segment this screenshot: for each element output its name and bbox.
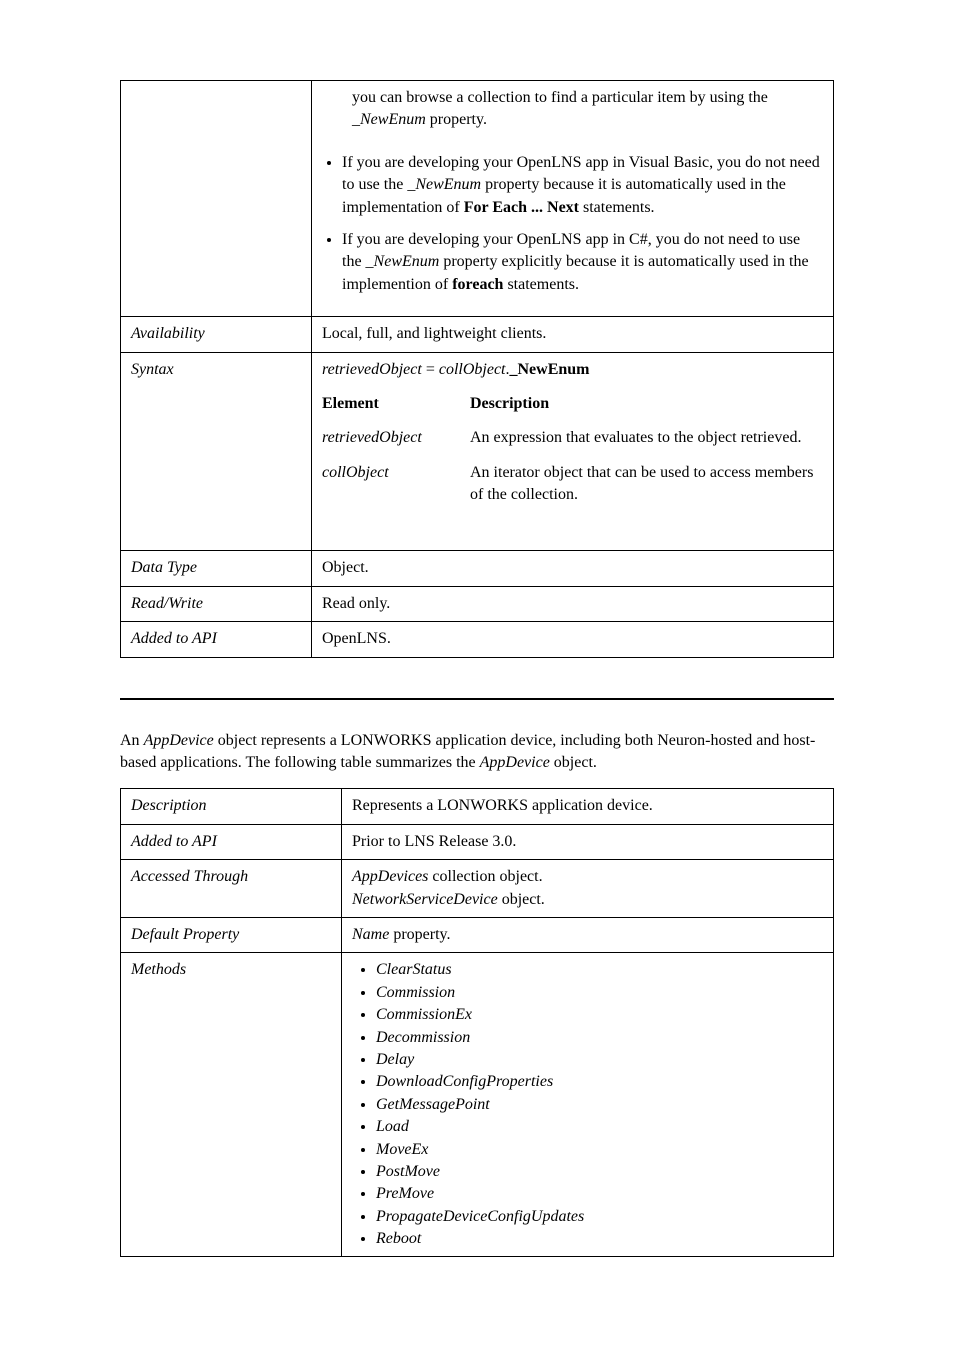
appdevice-table: Description Represents a LONWORKS applic…	[120, 788, 834, 1257]
method-item: GetMessagePoint	[376, 1094, 823, 1116]
b1-prop: _NewEnum	[407, 176, 481, 193]
method-item: CommissionEx	[376, 1004, 823, 1026]
b1-bold: For Each ... Next	[464, 199, 579, 216]
method-item: Decommission	[376, 1027, 823, 1049]
default-suffix: property.	[389, 926, 450, 943]
addedapi-label: Added to API	[121, 622, 312, 657]
accessed-content: AppDevices collection object. NetworkSer…	[342, 860, 834, 918]
accessed-net: NetworkServiceDevice	[352, 891, 498, 908]
method-item: Load	[376, 1116, 823, 1138]
method-item: MoveEx	[376, 1139, 823, 1161]
bullet-csharp: If you are developing your OpenLNS app i…	[342, 229, 823, 296]
method-item: Commission	[376, 982, 823, 1004]
p-text-2: object represents a LONWORKS application…	[120, 732, 815, 771]
method-item: PostMove	[376, 1161, 823, 1183]
desc-header: Description	[470, 395, 549, 412]
method-item: PropagateDeviceConfigUpdates	[376, 1206, 823, 1228]
p-app-1: AppDevice	[144, 732, 214, 749]
coll-desc: An iterator object that can be used to a…	[470, 464, 813, 503]
b2-prop: _NewEnum	[366, 253, 440, 270]
method-item: Delay	[376, 1049, 823, 1071]
default-content: Name property.	[342, 917, 834, 952]
availability-value: Local, full, and lightweight clients.	[312, 317, 834, 352]
intro-prop: _NewEnum	[352, 111, 426, 128]
method-item: ClearStatus	[376, 959, 823, 981]
coll-label: collObject	[322, 464, 389, 481]
datatype-value: Object.	[312, 551, 834, 586]
b2-bold: foreach	[452, 276, 503, 293]
methods-content: ClearStatus Commission CommissionEx Deco…	[342, 953, 834, 1257]
default-label: Default Property	[121, 917, 342, 952]
desc2-label: Description	[121, 789, 342, 824]
p-text-1: An	[120, 732, 144, 749]
bullet-vb: If you are developing your OpenLNS app i…	[342, 152, 823, 219]
syntax-eq: =	[422, 361, 439, 378]
retrieved-desc: An expression that evaluates to the obje…	[470, 429, 801, 446]
section-divider	[120, 698, 834, 700]
readwrite-value: Read only.	[312, 586, 834, 621]
added2-label: Added to API	[121, 824, 342, 859]
appdevice-intro: An AppDevice object represents a LONWORK…	[120, 730, 834, 775]
retrieved-label: retrievedObject	[322, 429, 422, 446]
row-intro-label	[121, 81, 312, 317]
availability-label: Availability	[121, 317, 312, 352]
accessed-label: Accessed Through	[121, 860, 342, 918]
datatype-label: Data Type	[121, 551, 312, 586]
syntax-inner-table: Element Description retrievedObject An e…	[322, 389, 823, 515]
p-app-2: AppDevice	[480, 754, 550, 771]
syntax-content: retrievedObject = collObject._NewEnum El…	[312, 352, 834, 551]
desc2-value: Represents a LONWORKS application device…	[342, 789, 834, 824]
method-item: PreMove	[376, 1183, 823, 1205]
readwrite-label: Read/Write	[121, 586, 312, 621]
newenum-table: you can browse a collection to find a pa…	[120, 80, 834, 658]
syntax-retrieved: retrievedObject	[322, 361, 422, 378]
methods-label: Methods	[121, 953, 342, 1257]
accessed-net-suffix: object.	[498, 891, 545, 908]
element-header: Element	[322, 395, 379, 412]
row-intro-content: you can browse a collection to find a pa…	[312, 81, 834, 317]
syntax-coll: collObject	[439, 361, 506, 378]
syntax-label: Syntax	[121, 352, 312, 551]
b1-text-c: statements.	[579, 199, 655, 216]
method-item: DownloadConfigProperties	[376, 1071, 823, 1093]
added2-value: Prior to LNS Release 3.0.	[342, 824, 834, 859]
syntax-newenum: _NewEnum	[509, 361, 589, 378]
default-name: Name	[352, 926, 389, 943]
accessed-app: AppDevices	[352, 868, 428, 885]
accessed-app-suffix: collection object.	[428, 868, 542, 885]
b2-text-c: statements.	[503, 276, 579, 293]
intro-text-1: you can browse a collection to find a pa…	[352, 89, 768, 106]
method-item: Reboot	[376, 1228, 823, 1250]
p-text-3: object.	[550, 754, 597, 771]
intro-text-end: property.	[426, 111, 487, 128]
addedapi-value: OpenLNS.	[312, 622, 834, 657]
